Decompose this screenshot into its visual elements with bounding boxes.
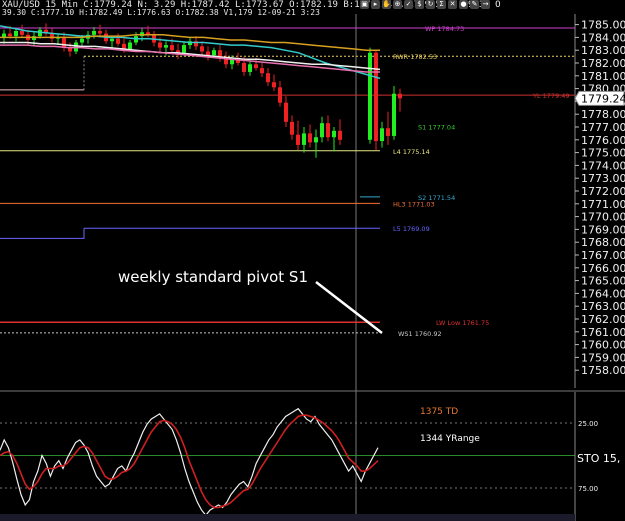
candle-body xyxy=(122,43,126,49)
y-tick-label: 1778.00 xyxy=(581,108,625,121)
candle-body xyxy=(92,31,96,35)
y-tick-label: 1765.00 xyxy=(581,275,625,288)
candle-body xyxy=(260,68,264,74)
level-label: RWR 1782.53 xyxy=(393,53,437,61)
y-tick-label: 1758.00 xyxy=(581,364,625,377)
candle-body xyxy=(380,128,384,142)
candle-body xyxy=(368,52,372,140)
candle-body xyxy=(386,128,390,136)
candle-body xyxy=(296,134,300,145)
candle-body xyxy=(266,73,270,83)
level-label: L4 1775.14 xyxy=(393,148,430,156)
y-tick-label: 1783.00 xyxy=(581,44,625,57)
candle-body xyxy=(170,45,174,51)
level-label: YL 1779.49 xyxy=(532,92,570,100)
y-tick-label: 1771.00 xyxy=(581,198,625,211)
y-tick-label: 1775.00 xyxy=(581,147,625,160)
candle-body xyxy=(242,63,246,72)
candle-body xyxy=(212,50,216,56)
level-label: L5 1769.09 xyxy=(393,225,430,233)
candle-body xyxy=(110,38,114,42)
level-label: WP 1784.73 xyxy=(425,25,464,33)
l5-step-line xyxy=(0,228,85,239)
y-tick-label: 1763.00 xyxy=(581,300,625,313)
candle-body xyxy=(206,51,210,56)
level-label: S1 1777.04 xyxy=(418,123,455,131)
candle-body xyxy=(80,38,84,43)
candle-body xyxy=(320,123,324,138)
candle-body xyxy=(20,31,24,35)
candle-body xyxy=(332,130,336,138)
y-tick-label: 1777.00 xyxy=(581,121,625,134)
level-label: LW Low 1761.75 xyxy=(436,319,489,327)
candle-body xyxy=(98,31,102,34)
y-tick-label: 1759.00 xyxy=(581,351,625,364)
annotation-arrow xyxy=(315,281,383,334)
candle-body xyxy=(62,37,66,48)
y-tick-label: 1781.00 xyxy=(581,70,625,83)
candle-body xyxy=(398,93,402,99)
candle-body xyxy=(392,93,396,136)
candle-body xyxy=(272,82,276,88)
osc-label-td: 1375 TD xyxy=(420,407,458,417)
candle-body xyxy=(8,33,12,37)
y-tick-label: 1762.00 xyxy=(581,313,625,326)
y-tick-label: 1761.00 xyxy=(581,326,625,339)
candle-body xyxy=(314,137,318,143)
level-label: HL3 1771.03 xyxy=(393,200,435,208)
y-tick-label: 1785.00 xyxy=(581,19,625,32)
candle-body xyxy=(14,31,18,37)
candle-body xyxy=(200,46,204,52)
y-tick-label: 1769.00 xyxy=(581,223,625,236)
candle-body xyxy=(338,130,342,140)
osc-tick-label: 75.00 xyxy=(578,485,598,493)
candle-body xyxy=(290,121,294,135)
y-tick-label: 1770.00 xyxy=(581,211,625,224)
y-tick-label: 1782.00 xyxy=(581,57,625,70)
current-price-label: 1779.24 xyxy=(581,92,625,105)
candle-body xyxy=(158,42,162,48)
candle-body xyxy=(374,52,378,142)
osc-title: STO 15, xyxy=(577,452,620,465)
candle-body xyxy=(164,45,168,48)
y-tick-label: 1774.00 xyxy=(581,159,625,172)
osc-label-yrange: 1344 YRange xyxy=(420,434,480,444)
moving-average-line xyxy=(0,25,381,80)
y-tick-label: 1767.00 xyxy=(581,249,625,262)
y-tick-label: 1764.00 xyxy=(581,287,625,300)
candle-body xyxy=(278,87,282,103)
y-tick-label: 1760.00 xyxy=(581,339,625,352)
candle-body xyxy=(326,123,330,138)
y-tick-label: 1766.00 xyxy=(581,262,625,275)
y-tick-label: 1768.00 xyxy=(581,236,625,249)
candle-body xyxy=(248,64,252,72)
candle-body xyxy=(116,38,120,44)
y-tick-label: 1776.00 xyxy=(581,134,625,147)
candle-body xyxy=(284,102,288,122)
trading-chart-window: XAU/USD 15 Min C:1779.24 N: 3.29 H:1787.… xyxy=(0,0,625,521)
y-tick-label: 1773.00 xyxy=(581,172,625,185)
price-chart-svg[interactable]: 1785.001784.001783.001782.001781.001780.… xyxy=(0,0,625,521)
candle-body xyxy=(128,42,132,49)
candle-body xyxy=(308,133,312,143)
moving-average-line xyxy=(0,44,380,73)
bottom-tab-strip xyxy=(0,514,575,521)
y-tick-label: 1772.00 xyxy=(581,185,625,198)
osc-tick-label: 25.00 xyxy=(578,420,598,428)
level-label: WS1 1760.92 xyxy=(398,330,442,338)
candle-body xyxy=(302,133,306,145)
y-tick-label: 1784.00 xyxy=(581,31,625,44)
annotation-text: weekly standard pivot S1 xyxy=(118,268,308,286)
candle-body xyxy=(182,45,186,53)
stochastic-line xyxy=(0,414,379,509)
candle-body xyxy=(254,64,258,69)
